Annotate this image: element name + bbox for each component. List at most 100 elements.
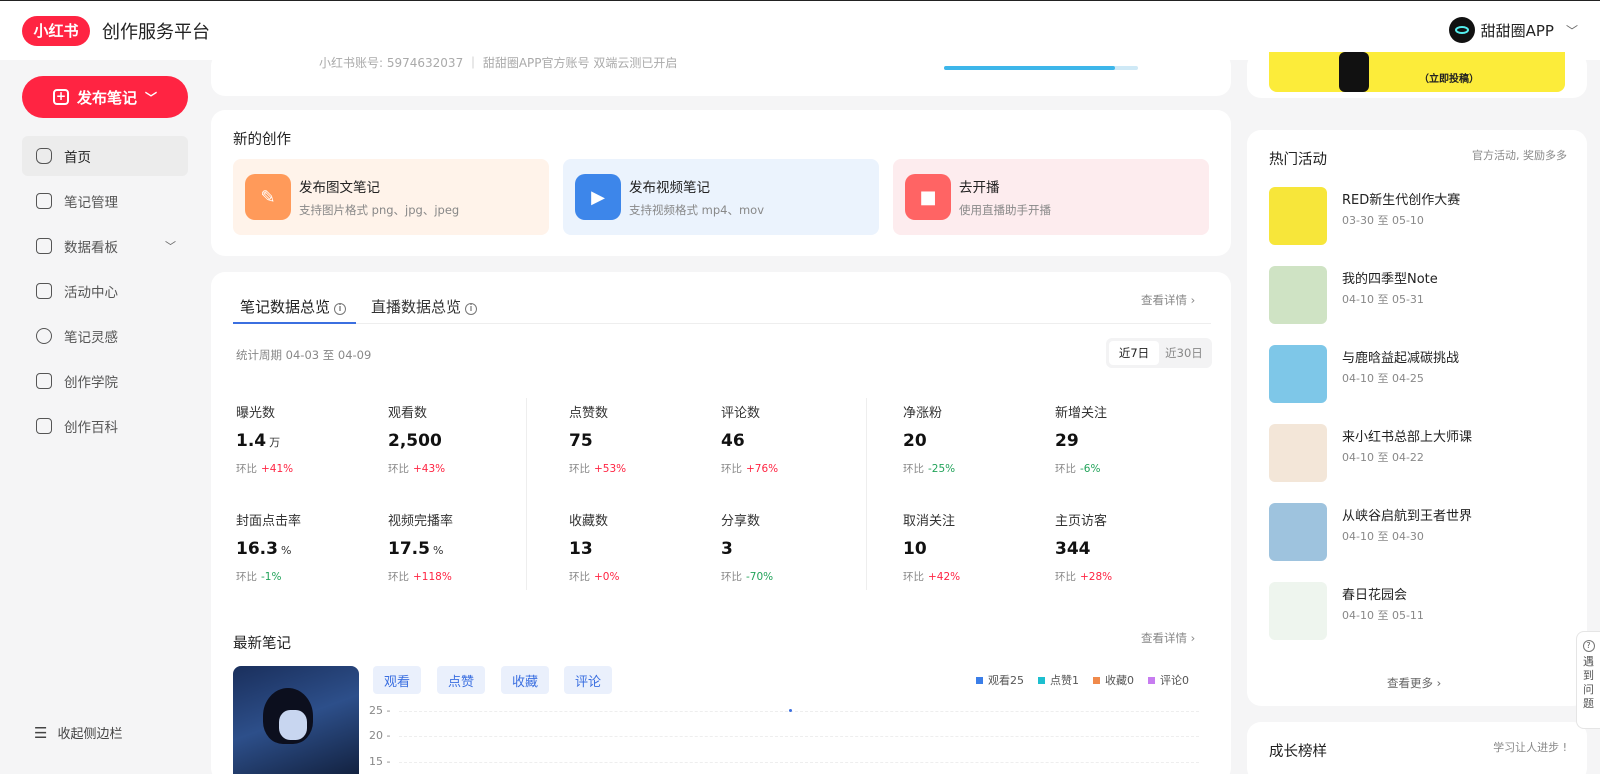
stats-card: 笔记数据总览 i 直播数据总览 i 查看详情 › 统计周期 04-03 至 04-0… xyxy=(211,272,1231,774)
collapse-sidebar-label: 收起侧边栏 xyxy=(57,727,123,742)
link-label: 查看更多 xyxy=(1387,676,1433,690)
activity-item[interactable]: 从峡谷启航到王者世界 04-10 至 04-30 xyxy=(1269,503,1569,563)
metric-label: 主页访客 xyxy=(1055,514,1108,529)
metric-change: 环比 +0% xyxy=(569,571,620,583)
note-thumbnail[interactable] xyxy=(233,666,359,774)
chip-views[interactable]: 观看 xyxy=(373,666,421,694)
metric-change: 环比 +53% xyxy=(569,463,627,475)
metric-value: 17.5% xyxy=(388,539,444,559)
chip-likes[interactable]: 点赞 xyxy=(437,666,485,694)
link-label: 查看详情 xyxy=(1141,631,1187,645)
metric-label: 评论数 xyxy=(721,406,761,421)
metric-value: 2,500 xyxy=(388,431,442,451)
chevron-down-icon: ﹀ xyxy=(165,240,176,253)
tab-live-data[interactable]: 直播数据总览 i xyxy=(371,296,478,317)
chevron-right-icon: › xyxy=(1436,676,1442,690)
growth-title: 成长榜样 xyxy=(1269,744,1327,760)
chip-collects[interactable]: 收藏 xyxy=(501,666,549,694)
logo[interactable]: 小红书 xyxy=(22,15,90,46)
activity-item[interactable]: 春日花园会 04-10 至 05-11 xyxy=(1269,582,1569,642)
publish-video-note-tile[interactable]: ▶ 发布视频笔记 支持视频格式 mp4、mov xyxy=(563,159,879,235)
metric-change: 环比 -25% xyxy=(903,463,956,475)
chevron-right-icon: › xyxy=(1190,293,1196,307)
metric-item: 分享数 3 环比 -70% xyxy=(721,510,861,584)
range-7-days-button[interactable]: 近7日 xyxy=(1109,341,1159,365)
view-more-link[interactable]: 查看更多 › xyxy=(1387,675,1441,691)
metric-value: 344 xyxy=(1055,539,1091,559)
activity-title: 我的四季型Note xyxy=(1342,272,1438,287)
range-30-days-button[interactable]: 近30日 xyxy=(1159,341,1209,365)
tab-note-data[interactable]: 笔记数据总览 i xyxy=(240,296,347,317)
publish-note-label: 发布笔记 xyxy=(76,88,137,107)
y-tick-label: 25 - xyxy=(369,704,391,717)
activities-title: 热门活动 xyxy=(1269,152,1327,168)
book-icon xyxy=(36,418,52,434)
bulb-icon xyxy=(36,328,52,344)
tile-title: 发布视频笔记 xyxy=(629,180,710,196)
metric-value: 16.3% xyxy=(236,539,292,559)
home-icon xyxy=(36,148,52,164)
camera-icon: ■ xyxy=(905,174,951,220)
sidebar-item-wiki[interactable]: 创作百科 xyxy=(22,406,188,446)
banner-cta: （立即投稿） xyxy=(1419,74,1479,85)
legend-item: 观看25 xyxy=(976,672,1024,688)
sidebar-item-academy[interactable]: 创作学院 xyxy=(22,361,188,401)
promo-banner-card: （立即投稿） xyxy=(1247,52,1587,98)
activity-title: RED新生代创作大赛 xyxy=(1342,193,1461,208)
go-live-tile[interactable]: ■ 去开播 使用直播助手开播 xyxy=(893,159,1209,235)
metric-label: 分享数 xyxy=(721,514,761,529)
view-details-link[interactable]: 查看详情 › xyxy=(1141,292,1195,308)
link-label: 查看详情 xyxy=(1141,293,1187,307)
metric-label: 取消关注 xyxy=(903,514,956,529)
gridline xyxy=(399,762,1199,763)
info-icon: i xyxy=(465,303,478,315)
metric-change: 环比 +41% xyxy=(236,463,294,475)
collapse-sidebar-button[interactable]: ☰ 收起侧边栏 xyxy=(34,723,123,743)
metric-change: 环比 -1% xyxy=(236,571,282,583)
sidebar-item-notes[interactable]: 笔记管理 xyxy=(22,181,188,221)
metric-item: 收藏数 13 环比 +0% xyxy=(569,510,709,584)
metric-label: 净涨粉 xyxy=(903,406,943,421)
activity-title: 来小红书总部上大师课 xyxy=(1342,430,1473,445)
tile-subtitle: 使用直播助手开播 xyxy=(959,203,1051,217)
metric-change: 环比 -70% xyxy=(721,571,774,583)
help-button[interactable]: ? 遇到问题 xyxy=(1576,631,1600,729)
activity-item[interactable]: 来小红书总部上大师课 04-10 至 04-22 xyxy=(1269,424,1569,484)
sidebar-item-home[interactable]: 首页 xyxy=(22,136,188,176)
user-menu[interactable]: 甜甜圈APP ﹀ xyxy=(1448,17,1578,43)
activity-item[interactable]: 我的四季型Note 04-10 至 05-31 xyxy=(1269,266,1569,326)
metric-item: 观看数 2,500 环比 +43% xyxy=(388,402,528,476)
metric-item: 封面点击率 16.3% 环比 -1% xyxy=(236,510,376,584)
metric-change: 环比 +76% xyxy=(721,463,779,475)
publish-note-button[interactable]: + 发布笔记 ﹀ xyxy=(22,76,188,118)
metric-item: 点赞数 75 环比 +53% xyxy=(569,402,709,476)
metric-value: 13 xyxy=(569,539,593,559)
metric-label: 封面点击率 xyxy=(236,514,302,529)
legend-item: 评论0 xyxy=(1148,672,1189,688)
metric-label: 观看数 xyxy=(388,406,428,421)
play-icon: ▶ xyxy=(575,174,621,220)
activity-image xyxy=(1269,266,1327,324)
view-details-link[interactable]: 查看详情 › xyxy=(1141,630,1195,646)
promo-banner[interactable]: （立即投稿） xyxy=(1269,52,1565,92)
publish-image-note-tile[interactable]: ✎ 发布图文笔记 支持图片格式 png、jpg、jpeg xyxy=(233,159,549,235)
activity-date: 04-10 至 05-31 xyxy=(1342,293,1424,306)
tab-label: 笔记数据总览 xyxy=(240,298,331,316)
sidebar-item-label: 笔记管理 xyxy=(64,195,118,211)
chip-comments[interactable]: 评论 xyxy=(564,666,612,694)
sidebar-item-data-board[interactable]: 数据看板 ﹀ xyxy=(22,226,188,266)
activity-image xyxy=(1269,582,1327,640)
metric-value: 46 xyxy=(721,431,745,451)
activity-item[interactable]: 与鹿晗益起减碳挑战 04-10 至 04-25 xyxy=(1269,345,1569,405)
activities-subtitle: 官方活动, 奖励多多 xyxy=(1472,149,1567,162)
platform-title: 创作服务平台 xyxy=(102,21,210,43)
activity-image xyxy=(1269,503,1327,561)
activity-item[interactable]: RED新生代创作大赛 03-30 至 05-10 xyxy=(1269,187,1569,247)
progress-bar xyxy=(944,66,1138,70)
sidebar: + 发布笔记 ﹀ 首页 笔记管理 数据看板 ﹀ 活动中心 笔记灵感 创作学院 创… xyxy=(0,60,200,774)
sidebar-item-activities[interactable]: 活动中心 xyxy=(22,271,188,311)
metric-label: 曝光数 xyxy=(236,406,276,421)
divider xyxy=(866,398,867,590)
sidebar-item-inspiration[interactable]: 笔记灵感 xyxy=(22,316,188,356)
user-name: 甜甜圈APP xyxy=(1480,21,1554,40)
